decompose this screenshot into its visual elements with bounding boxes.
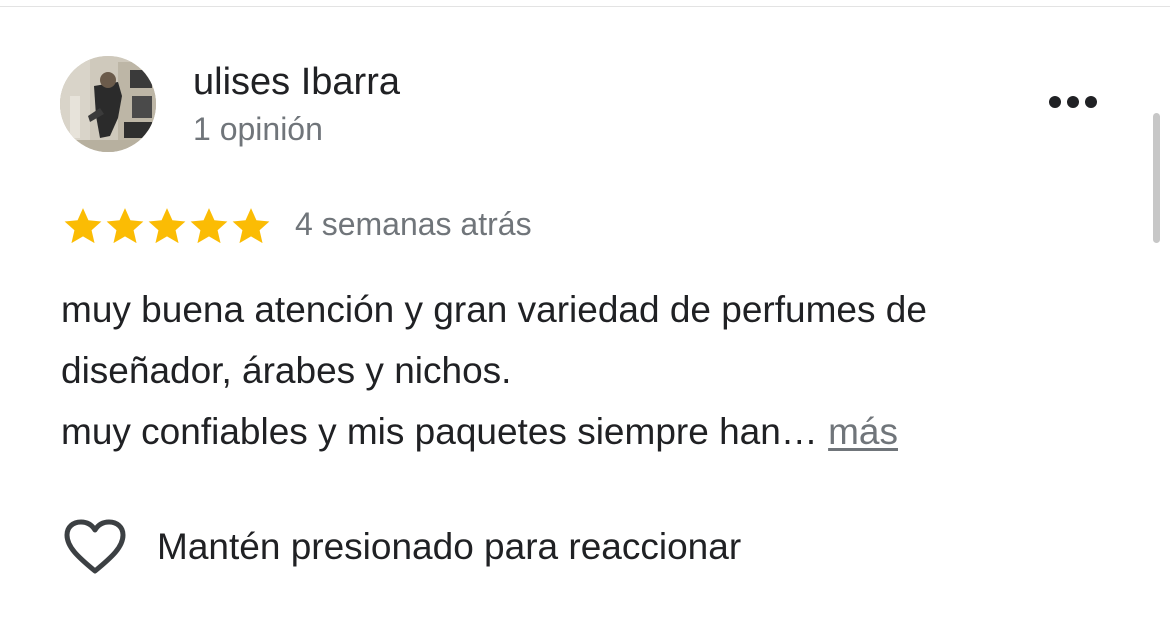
top-divider (0, 6, 1170, 7)
star-icon (106, 208, 144, 244)
review-time: 4 semanas atrás (295, 206, 532, 242)
star-icon (64, 208, 102, 244)
review-text-line-last: muy confiables y mis paquetes siempre ha… (61, 401, 1121, 462)
avatar[interactable] (60, 56, 156, 152)
scrollbar[interactable] (1153, 113, 1160, 243)
read-more-link[interactable]: más (828, 411, 898, 452)
profile-photo-image (60, 56, 156, 152)
heart-outline-icon (64, 519, 126, 574)
react-label: Mantén presionado para reaccionar (157, 526, 742, 567)
star-icon (148, 208, 186, 244)
review-text-line: muy confiables y mis paquetes siempre ha… (61, 411, 818, 452)
author-name[interactable]: ulises Ibarra (193, 60, 400, 104)
review-text-line: muy buena atención y gran variedad de pe… (61, 289, 927, 330)
review-text-line: diseñador, árabes y nichos. (61, 350, 512, 391)
more-options-button[interactable] (1040, 82, 1106, 122)
star-icon (232, 208, 270, 244)
react-button[interactable]: Mantén presionado para reaccionar (64, 518, 741, 576)
star-rating (62, 205, 272, 247)
more-horizontal-icon (1049, 96, 1097, 108)
star-icon (190, 208, 228, 244)
author-review-count: 1 opinión (193, 111, 323, 147)
review-text: muy buena atención y gran variedad de pe… (61, 279, 1121, 462)
